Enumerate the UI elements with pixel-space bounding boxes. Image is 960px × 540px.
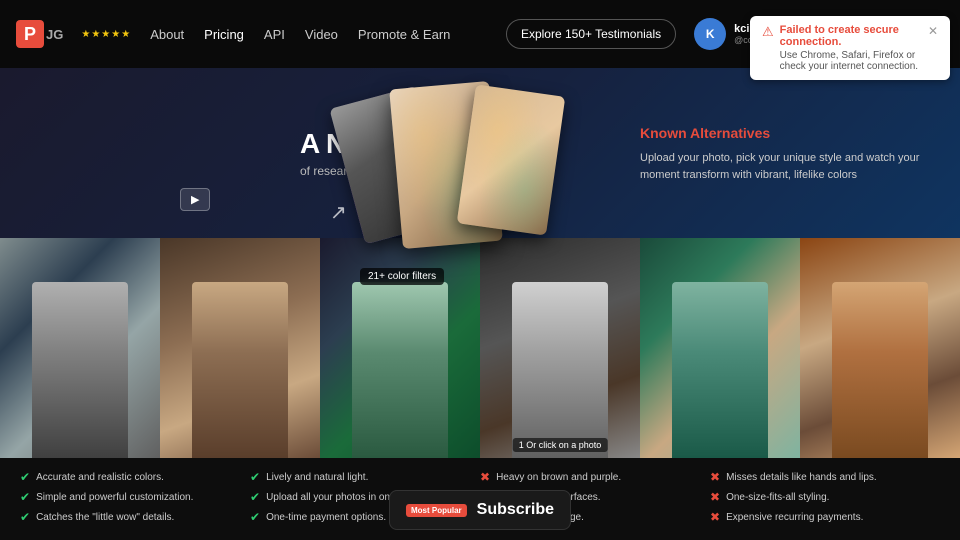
con-2-1: ✖ Misses details like hands and lips. xyxy=(710,470,940,484)
logo[interactable]: P JG xyxy=(16,20,63,48)
pro-2-1-text: Lively and natural light. xyxy=(266,472,368,483)
cons-col-2: ✖ Misses details like hands and lips. ✖ … xyxy=(710,470,940,524)
con-1-1-text: Heavy on brown and purple. xyxy=(496,472,621,483)
toast-close-icon[interactable]: ✕ xyxy=(928,24,938,38)
star-2: ★ xyxy=(91,29,100,40)
pro-1-1: ✔ Accurate and realistic colors. xyxy=(20,470,250,484)
pro-2-3-text: One-time payment options. xyxy=(266,512,386,523)
gallery-item-2[interactable] xyxy=(160,238,320,458)
check-icon-5: ✔ xyxy=(250,490,260,504)
gallery-person-1 xyxy=(32,282,128,458)
gallery-person-2 xyxy=(192,282,288,458)
warning-icon: ⚠ xyxy=(762,24,774,40)
try-button[interactable]: ▶ xyxy=(180,188,210,211)
hero-right-body: Upload your photo, pick your unique styl… xyxy=(640,150,920,183)
nav-pricing[interactable]: Pricing xyxy=(196,23,252,46)
logo-p-icon: P xyxy=(16,20,44,48)
hero-right: Known Alternatives Upload your photo, pi… xyxy=(640,123,920,183)
x-icon-5: ✖ xyxy=(710,490,720,504)
toast-title: Failed to create secure connection. xyxy=(780,24,922,48)
star-1: ★ xyxy=(81,29,90,40)
con-2-1-text: Misses details like hands and lips. xyxy=(726,472,877,483)
gallery-item-1[interactable] xyxy=(0,238,160,458)
star-5: ★ xyxy=(121,29,130,40)
pro-1-2-text: Simple and powerful customization. xyxy=(36,492,193,503)
gallery-item-6[interactable] xyxy=(800,238,960,458)
check-icon-3: ✔ xyxy=(20,510,30,524)
nav-api[interactable]: API xyxy=(256,23,293,46)
avatar: K xyxy=(694,18,726,50)
gallery-person-5 xyxy=(672,282,768,458)
con-2-3-text: Expensive recurring payments. xyxy=(726,512,863,523)
gallery-item-5[interactable] xyxy=(640,238,800,458)
star-rating: ★ ★ ★ ★ ★ xyxy=(81,29,130,40)
logo-jg: JG xyxy=(46,27,63,42)
pros-col-1: ✔ Accurate and realistic colors. ✔ Simpl… xyxy=(20,470,250,524)
pro-2-1: ✔ Lively and natural light. xyxy=(250,470,480,484)
check-icon-2: ✔ xyxy=(20,490,30,504)
subscribe-title: Subscribe xyxy=(477,501,554,519)
error-toast: ⚠ Failed to create secure connection. Us… xyxy=(750,16,950,80)
nav-about[interactable]: About xyxy=(142,23,192,46)
gallery-person-6 xyxy=(832,282,928,458)
known-alternatives-heading: Known Alternatives xyxy=(640,123,920,144)
nav-links: About Pricing API Video Promote & Earn xyxy=(142,23,458,46)
x-icon-6: ✖ xyxy=(710,510,720,524)
check-icon-1: ✔ xyxy=(20,470,30,484)
con-1-1: ✖ Heavy on brown and purple. xyxy=(480,470,710,484)
star-4: ★ xyxy=(111,29,120,40)
toast-body: Use Chrome, Safari, Firefox or check you… xyxy=(780,50,922,72)
pro-1-2: ✔ Simple and powerful customization. xyxy=(20,490,250,504)
con-2-2-text: One-size-fits-all styling. xyxy=(726,492,829,503)
check-icon-4: ✔ xyxy=(250,470,260,484)
subscribe-popup: Most Popular Subscribe xyxy=(389,490,571,530)
pro-1-3-text: Catches the "little wow" details. xyxy=(36,512,174,523)
check-icon-6: ✔ xyxy=(250,510,260,524)
card-3 xyxy=(457,84,566,235)
x-icon-1: ✖ xyxy=(480,470,490,484)
filter-badge: 21+ color filters xyxy=(360,268,444,285)
pro-1-1-text: Accurate and realistic colors. xyxy=(36,472,164,483)
nav-promote-earn[interactable]: Promote & Earn xyxy=(350,23,459,46)
nav-video[interactable]: Video xyxy=(297,23,346,46)
toast-content: Failed to create secure connection. Use … xyxy=(780,24,922,72)
star-3: ★ xyxy=(101,29,110,40)
gallery-label: 1 Or click on a photo xyxy=(513,438,608,452)
con-2-3: ✖ Expensive recurring payments. xyxy=(710,510,940,524)
con-2-2: ✖ One-size-fits-all styling. xyxy=(710,490,940,504)
pro-1-3: ✔ Catches the "little wow" details. xyxy=(20,510,250,524)
card-3-image xyxy=(457,84,566,235)
x-icon-4: ✖ xyxy=(710,470,720,484)
testimonials-button[interactable]: Explore 150+ Testimonials xyxy=(506,19,676,49)
arrow-icon: ↗ xyxy=(330,200,347,225)
most-popular-badge: Most Popular xyxy=(406,504,467,517)
